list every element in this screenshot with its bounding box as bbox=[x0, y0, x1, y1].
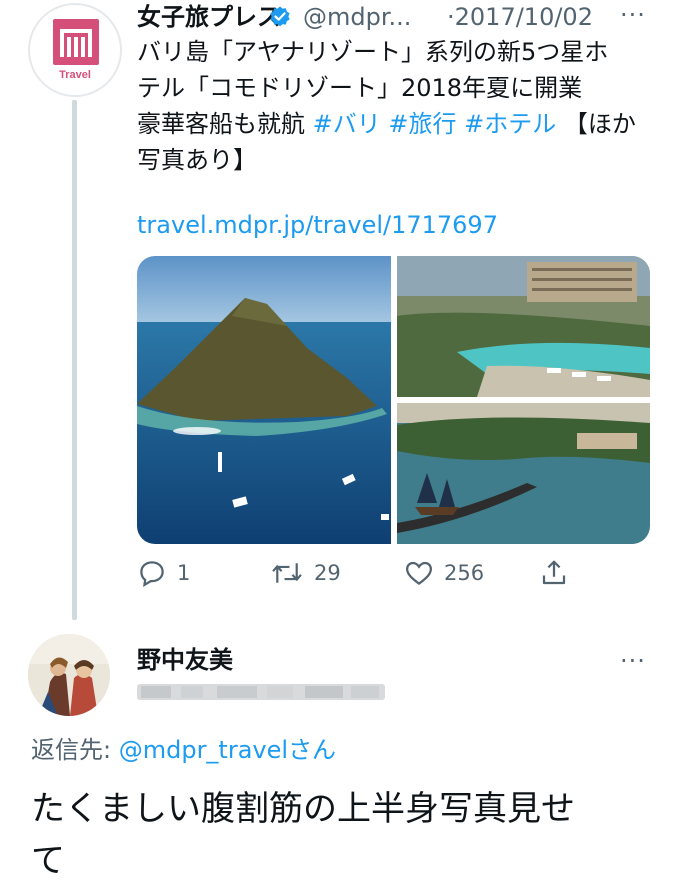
tweet-text-line: バリ島「アヤナリゾート」系列の新5つ星ホ bbox=[137, 38, 609, 66]
share-icon bbox=[542, 560, 566, 585]
author-avatar[interactable]: Travel bbox=[28, 3, 122, 97]
reply-text: たくましい腹割筋の上半身写真見せ て bbox=[31, 783, 651, 887]
share-action[interactable] bbox=[539, 558, 569, 588]
author-handle[interactable]: @mdpr... bbox=[303, 0, 411, 34]
reply-text-line: たくましい腹割筋の上半身写真見せ bbox=[31, 789, 575, 829]
tweet-text-line: 豪華客船も就航 #バリ #旅行 #ホテル 【ほか bbox=[137, 106, 657, 142]
retweet-action[interactable]: 29 bbox=[270, 558, 341, 588]
media-photo-resort-pool[interactable] bbox=[397, 256, 650, 397]
reply-icon bbox=[140, 561, 164, 588]
tweet-actions: 1 29 256 bbox=[137, 558, 650, 592]
redacted-handle bbox=[137, 684, 385, 700]
reply-author-avatar[interactable] bbox=[28, 634, 110, 716]
tweet-date[interactable]: ·2017/10/02 bbox=[447, 0, 593, 34]
hashtag-link[interactable]: #旅行 bbox=[388, 110, 456, 138]
media-photo-island[interactable] bbox=[137, 256, 391, 544]
tweet-media-grid[interactable] bbox=[137, 256, 650, 544]
hashtag-link[interactable]: #バリ bbox=[313, 110, 381, 138]
reply-to-prefix: 返信先: bbox=[31, 736, 119, 764]
tweet-text-segment: 【ほか bbox=[563, 110, 636, 138]
reply-text-line: て bbox=[31, 841, 65, 881]
reply-action[interactable]: 1 bbox=[137, 558, 190, 588]
reply-author-name[interactable]: 野中友美 bbox=[137, 644, 233, 676]
avatar-photo bbox=[28, 634, 110, 716]
author-name[interactable]: 女子旅プレス bbox=[137, 0, 281, 34]
more-icon[interactable]: ··· bbox=[620, 648, 646, 674]
retweet-count: 29 bbox=[314, 561, 341, 585]
mention-link[interactable]: @mdpr_travel bbox=[119, 736, 288, 764]
avatar-label: Travel bbox=[59, 69, 91, 81]
reply-count: 1 bbox=[177, 561, 191, 585]
hashtag-link[interactable]: #ホテル bbox=[464, 110, 556, 138]
tweet-text-line: テル「コモドリゾート」2018年夏に開業 bbox=[137, 74, 583, 102]
reply-to-suffix: さん bbox=[288, 736, 337, 764]
verified-badge-icon bbox=[270, 6, 290, 27]
reply-to-line: 返信先: @mdpr_travelさん bbox=[31, 734, 336, 766]
like-action[interactable]: 256 bbox=[404, 558, 484, 588]
tweet-text-segment: 豪華客船も就航 bbox=[137, 110, 313, 138]
tweet-text-line: 写真あり】 bbox=[137, 146, 257, 174]
thread-connector-line bbox=[72, 100, 77, 620]
like-count: 256 bbox=[444, 561, 485, 585]
retweet-icon bbox=[272, 563, 302, 583]
brand-logo-icon bbox=[53, 19, 99, 65]
like-icon bbox=[405, 561, 433, 586]
tweet-text: バリ島「アヤナリゾート」系列の新5つ星ホ テル「コモドリゾート」2018年夏に開… bbox=[137, 34, 657, 178]
media-photo-harbor[interactable] bbox=[397, 403, 650, 544]
article-link[interactable]: travel.mdpr.jp/travel/1717697 bbox=[137, 208, 498, 242]
more-icon[interactable]: ··· bbox=[620, 2, 646, 28]
